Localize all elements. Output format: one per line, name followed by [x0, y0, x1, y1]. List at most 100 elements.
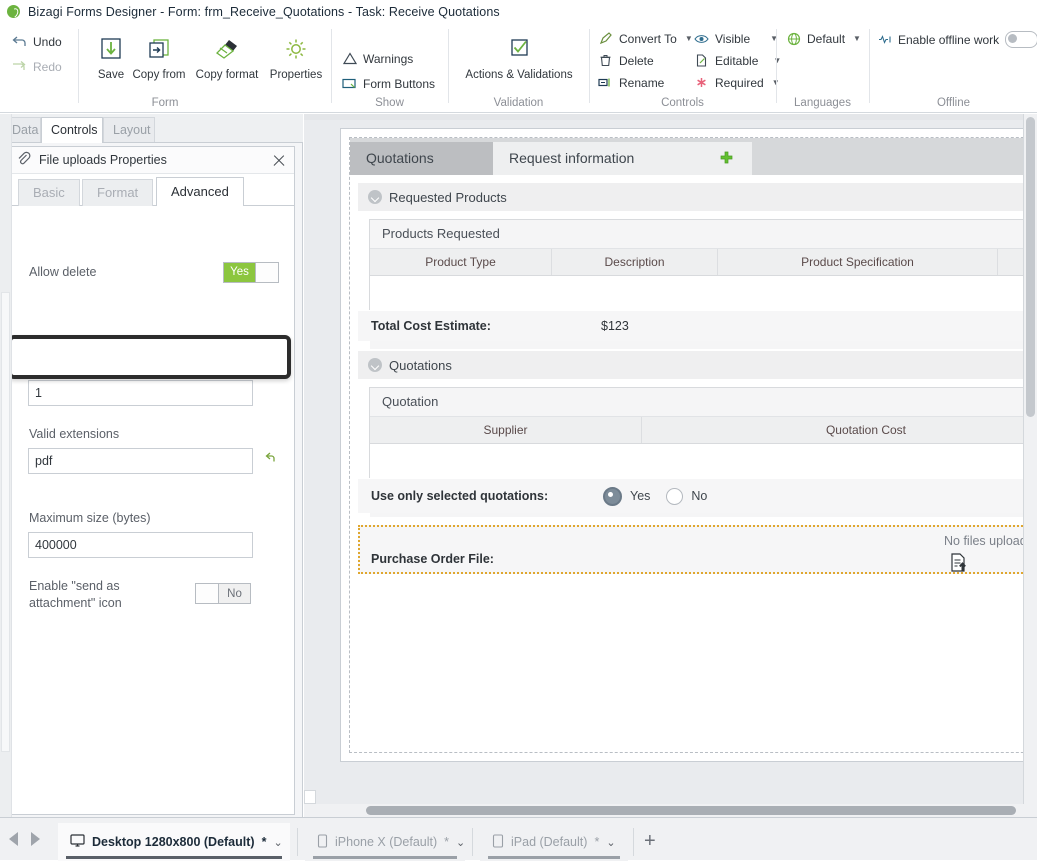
column-header-product-specification[interactable]: Product Specification [718, 249, 998, 275]
form-buttons-button[interactable]: Form Buttons [342, 76, 435, 91]
rename-label: Rename [619, 75, 665, 90]
chevron-down-icon[interactable] [368, 190, 382, 204]
section-requested-products-title: Requested Products [389, 189, 507, 205]
warning-triangle-icon [342, 51, 357, 66]
language-default-button[interactable]: Default ▼ [786, 31, 861, 46]
canvas-corner-box [304, 790, 316, 804]
tablet-icon [492, 833, 504, 851]
title-bar: Bizagi Forms Designer - Form: frm_Receiv… [0, 0, 1037, 23]
close-icon[interactable] [270, 151, 288, 169]
column-header-description[interactable]: Description [552, 249, 718, 275]
gear-icon [263, 31, 329, 69]
properties-button[interactable]: Properties [263, 31, 329, 81]
device-tab-iphone-x-modified: * [444, 835, 450, 849]
required-button[interactable]: Required ▼ [694, 75, 780, 90]
rename-icon [598, 75, 613, 90]
section-requested-products-header[interactable]: Requested Products [358, 183, 1037, 211]
actions-validations-button[interactable]: Actions & Validations [457, 31, 581, 81]
chevron-down-icon[interactable] [368, 358, 382, 372]
undo-icon [12, 34, 27, 49]
form-preview-shell: Quotations Request information Requested… [340, 128, 1037, 762]
add-tab-button[interactable] [700, 142, 752, 175]
form-tab-request-information[interactable]: Request information [493, 142, 700, 175]
copy-format-button[interactable]: Copy format [191, 31, 263, 81]
purchase-order-file-control[interactable]: Purchase Order File: No files uploaded [358, 525, 1037, 574]
maximum-size-label: Maximum size (bytes) [29, 511, 151, 525]
allow-delete-toggle[interactable]: Yes [223, 261, 279, 283]
form-buttons-icon [342, 76, 357, 91]
warnings-button[interactable]: Warnings [342, 51, 413, 66]
visible-button[interactable]: Visible ▼ [694, 31, 778, 46]
canvas-horizontal-scrollbar[interactable] [304, 804, 1024, 817]
add-device-button[interactable]: + [644, 830, 656, 853]
max-files-input[interactable] [28, 380, 253, 406]
next-device-button[interactable] [31, 832, 45, 848]
send-as-attachment-toggle[interactable]: No [195, 583, 251, 604]
grid-quotation: Quotation Supplier Quotation Cost [369, 387, 1037, 517]
column-header-quotation-cost[interactable]: Quotation Cost [642, 417, 1037, 443]
maximum-size-input[interactable] [28, 532, 253, 558]
phone-icon [317, 833, 328, 851]
delete-button[interactable]: Delete [598, 53, 654, 68]
convert-to-label: Convert To [619, 31, 677, 46]
copy-from-button[interactable]: Copy from [125, 31, 193, 81]
tab-format[interactable]: Format [82, 179, 154, 206]
canvas-hscrollbar-thumb[interactable] [366, 806, 1016, 815]
chevron-down-icon[interactable]: ⌄ [456, 836, 465, 849]
device-tab-ipad[interactable]: iPad (Default) * ⌄ [480, 823, 628, 861]
chevron-down-icon[interactable]: ⌄ [606, 836, 615, 849]
language-default-label: Default [807, 31, 846, 46]
total-cost-estimate-row: Total Cost Estimate: $123 [358, 311, 1037, 341]
file-upload-icon[interactable] [950, 553, 968, 575]
convert-to-button[interactable]: Convert To ▼ [598, 31, 693, 46]
enable-offline-work-toggle[interactable]: Enable offline work [877, 31, 1037, 48]
form-tab-request-information-label: Request information [509, 150, 635, 166]
form-tab-quotations[interactable]: Quotations [350, 142, 493, 175]
ribbon-group-label-show: Show [375, 97, 404, 109]
valid-extensions-input[interactable] [28, 448, 253, 474]
paperclip-icon [16, 151, 31, 169]
radio-yes[interactable] [603, 486, 622, 506]
canvas-top-edge [304, 114, 1037, 120]
grid-products-requested-header: Product Type Description Product Specifi… [370, 248, 1037, 276]
column-header-product-type[interactable]: Product Type [370, 249, 552, 275]
section-quotations: Quotations Quotation Supplier Quotation … [358, 351, 1037, 517]
grid-products-requested: Products Requested Product Type Descript… [369, 219, 1037, 349]
properties-tabstrip: Basic Format Advanced [10, 174, 294, 206]
page-pencil-icon [694, 53, 709, 68]
column-header-supplier[interactable]: Supplier [370, 417, 642, 443]
offline-icon [877, 32, 892, 47]
device-tab-desktop[interactable]: Desktop 1280x800 (Default) * ⌄ [58, 823, 290, 861]
redo-button[interactable]: Redo [12, 59, 62, 74]
device-tab-iphone-x-label: iPhone X (Default) [335, 835, 438, 849]
tab-controls-label: Controls [51, 123, 98, 137]
editable-button[interactable]: Editable ▼ [694, 53, 781, 68]
device-tab-ipad-label: iPad (Default) [511, 835, 588, 849]
use-only-selected-quotations-label: Use only selected quotations: [371, 489, 549, 503]
radio-no[interactable] [666, 487, 684, 505]
app-window: Bizagi Forms Designer - Form: frm_Receiv… [0, 0, 1037, 861]
tab-advanced[interactable]: Advanced [156, 177, 244, 206]
tab-layout[interactable]: Layout [103, 117, 155, 142]
device-tab-iphone-x[interactable]: iPhone X (Default) * ⌄ [305, 823, 465, 861]
canvas-scrollbar-thumb[interactable] [1026, 117, 1035, 417]
rename-button[interactable]: Rename [598, 75, 664, 90]
revert-arrow-icon[interactable] [259, 451, 275, 468]
ribbon-group-offline: Enable offline work Offline [870, 23, 1037, 113]
undo-button[interactable]: Undo [12, 34, 62, 49]
form-tab-quotations-label: Quotations [366, 150, 434, 166]
ribbon-group-label-validation: Validation [493, 97, 544, 109]
section-quotations-header[interactable]: Quotations [358, 351, 1037, 379]
ribbon-group-controls: Convert To ▼ Delete Rename Visible ▼ Edi… [590, 23, 781, 113]
left-panel-scrollbar[interactable] [1, 292, 10, 752]
tab-layout-label: Layout [113, 123, 151, 137]
tab-controls[interactable]: Controls [41, 117, 103, 143]
tab-basic[interactable]: Basic [18, 179, 80, 206]
allow-delete-toggle-value: Yes [224, 262, 255, 282]
prev-device-button[interactable] [9, 832, 23, 848]
device-bar: Desktop 1280x800 (Default) * ⌄ iPhone X … [0, 817, 1037, 861]
canvas-vertical-scrollbar[interactable] [1023, 114, 1037, 817]
ribbon-group-form: Undo Redo Save Copy from Copy format Pro… [0, 23, 330, 113]
chevron-down-icon[interactable]: ⌄ [273, 836, 282, 849]
offline-toggle-switch[interactable] [1005, 31, 1037, 48]
